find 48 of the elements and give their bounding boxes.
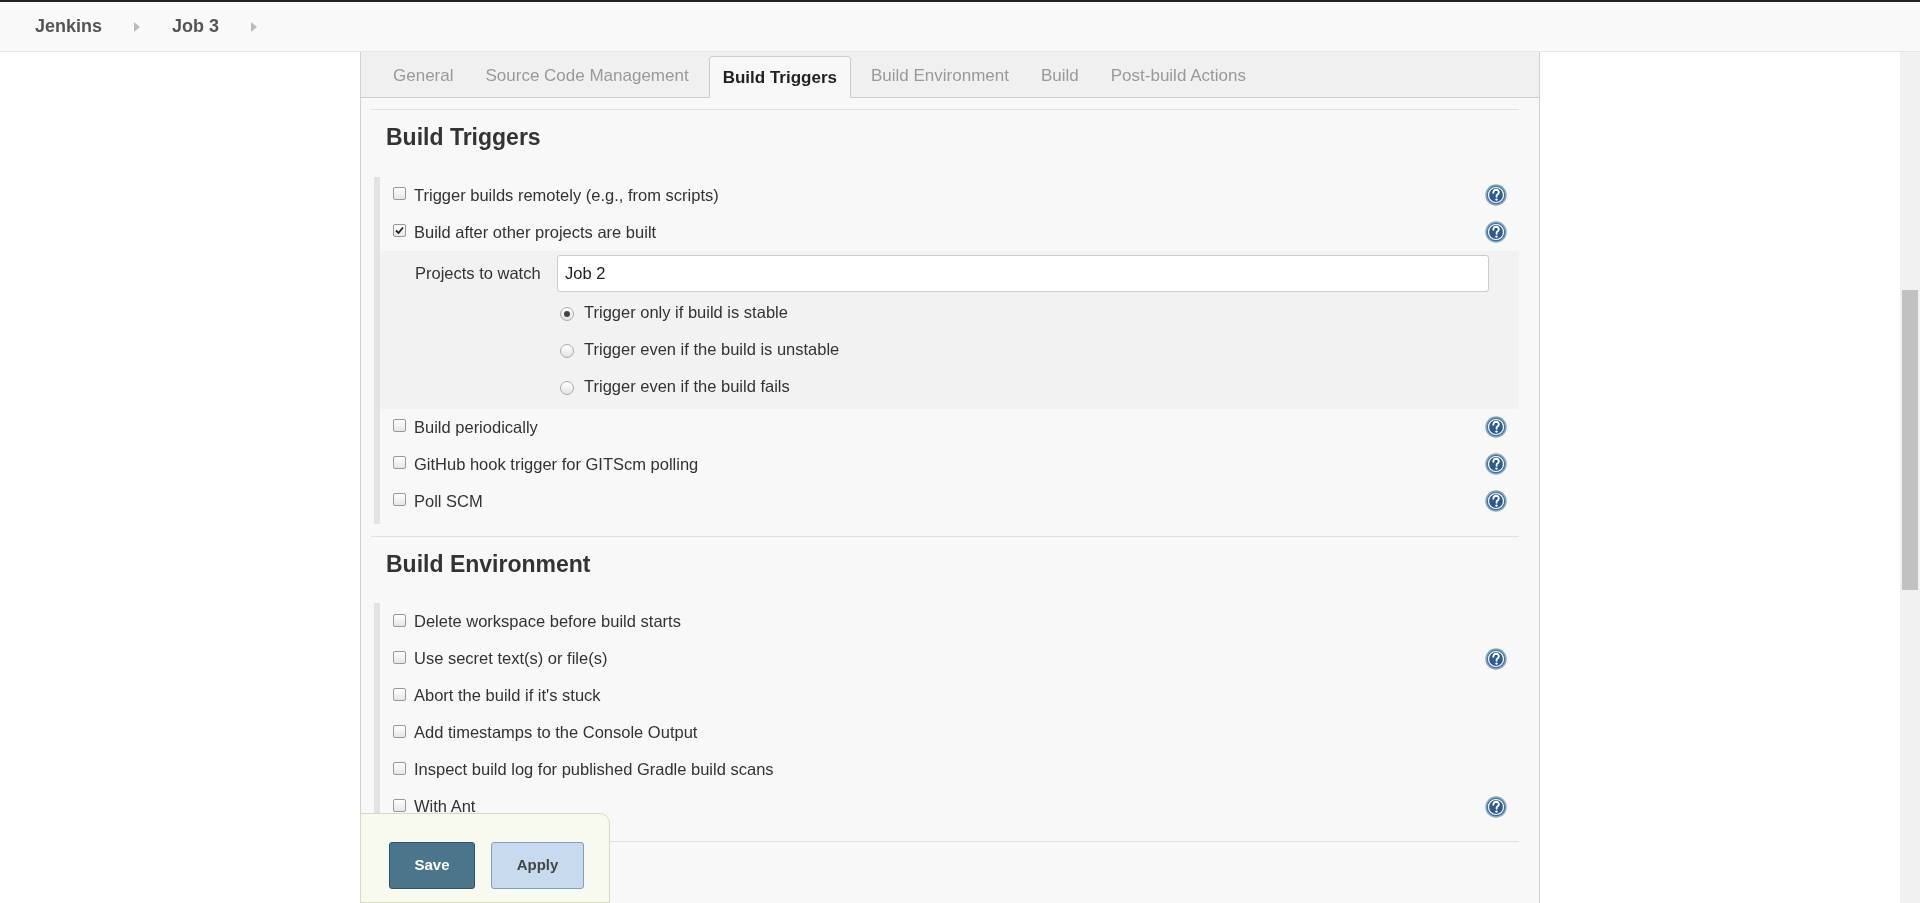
checkbox[interactable]: [393, 724, 406, 738]
breadcrumb-link[interactable]: Job 3: [172, 13, 220, 40]
checkbox[interactable]: [393, 187, 406, 200]
scrollbar-thumb[interactable]: [1902, 290, 1918, 590]
breadcrumb-arrow-icon[interactable]: [251, 21, 258, 32]
option-label[interactable]: Inspect build log for published Gradle build scans: [414, 757, 1507, 782]
field-label: Projects to watch: [415, 262, 542, 284]
section-heading: Build Environment: [385, 549, 592, 579]
radio-button[interactable]: [560, 343, 574, 358]
option-label[interactable]: Use secret text(s) or file(s): [414, 646, 1477, 671]
radio-label[interactable]: Trigger even if the build fails: [584, 373, 790, 399]
option-label[interactable]: Build periodically: [414, 414, 1477, 440]
checkbox[interactable]: [393, 761, 406, 775]
tab[interactable]: Build Triggers: [708, 56, 851, 98]
section-heading: Build Triggers: [385, 123, 542, 152]
breadcrumb-arrow-icon[interactable]: [134, 21, 141, 32]
help-icon[interactable]: [1485, 453, 1507, 475]
option-label[interactable]: Add timestamps to the Console Output: [414, 720, 1507, 745]
projects-input[interactable]: Job 2: [557, 254, 1489, 292]
option-label[interactable]: GitHub hook trigger for GITScm polling: [414, 451, 1477, 477]
help-icon[interactable]: [1485, 184, 1507, 206]
radio-label[interactable]: Trigger even if the build is unstable: [584, 336, 840, 362]
option-label[interactable]: With Ant: [414, 794, 1477, 819]
checkbox[interactable]: [393, 456, 406, 469]
option-label[interactable]: Delete workspace before build starts: [414, 609, 1507, 634]
option-label[interactable]: Trigger builds remotely (e.g., from scripts): [414, 182, 1477, 208]
breadcrumb-link[interactable]: Jenkins: [35, 13, 103, 40]
checkbox[interactable]: [393, 798, 406, 812]
help-icon[interactable]: [1485, 490, 1507, 512]
checkbox[interactable]: [393, 650, 406, 664]
option-label[interactable]: Abort the build if it's stuck: [414, 683, 1507, 708]
apply-button[interactable]: Apply: [491, 842, 584, 889]
help-icon[interactable]: [1485, 795, 1507, 818]
option-label[interactable]: Poll SCM: [414, 488, 1477, 514]
save-button[interactable]: Save: [389, 842, 475, 889]
radio-label[interactable]: Trigger only if build is stable: [584, 299, 788, 325]
checkbox[interactable]: [393, 613, 406, 627]
scrollbar[interactable]: [1900, 52, 1920, 903]
help-icon[interactable]: [1485, 221, 1507, 243]
checkbox[interactable]: [393, 687, 406, 701]
checkbox[interactable]: [393, 224, 406, 237]
help-icon[interactable]: [1485, 647, 1507, 670]
radio-button[interactable]: [560, 306, 574, 321]
option-label[interactable]: Build after other projects are built: [414, 219, 1477, 245]
help-icon[interactable]: [1485, 416, 1507, 438]
checkbox[interactable]: [393, 419, 406, 432]
checkbox[interactable]: [393, 493, 406, 506]
radio-button[interactable]: [560, 380, 574, 395]
